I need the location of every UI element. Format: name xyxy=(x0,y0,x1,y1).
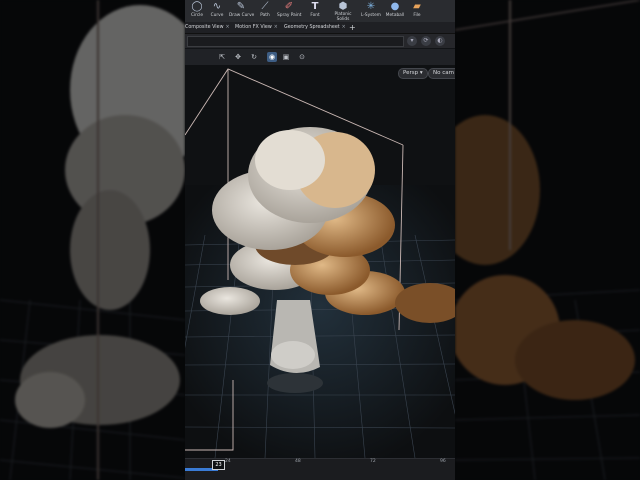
move-tool-icon[interactable]: ✥ xyxy=(233,52,243,62)
shelf-tool-platonic-solids[interactable]: ⬢ Platonic Solids xyxy=(331,1,355,22)
blurred-background-right xyxy=(455,0,640,480)
tab-close-icon[interactable]: × xyxy=(274,25,278,30)
shelf-tool-spray-paint[interactable]: ✐ Spray Paint xyxy=(277,1,301,19)
network-path-field[interactable] xyxy=(187,36,404,47)
shelf-tool-file[interactable]: ▰ File xyxy=(405,1,429,19)
curve-icon: ∿ xyxy=(212,1,222,12)
lock-camera-icon[interactable]: ⊙ xyxy=(297,52,307,62)
tab-composite-view[interactable]: Composite View × xyxy=(185,23,230,32)
chevron-down-icon[interactable]: ▾ xyxy=(407,36,417,46)
path-icon: ⟋ xyxy=(261,1,269,12)
tab-geometry-spreadsheet[interactable]: Geometry Spreadsheet × xyxy=(284,23,346,32)
shelf-tool-metaball[interactable]: ● Metaball xyxy=(383,1,407,19)
perspective-dropdown[interactable]: Persp ▾ xyxy=(398,68,428,79)
metaball-icon: ● xyxy=(390,1,400,12)
scene-viewport[interactable]: Persp ▾ No cam ▾ xyxy=(185,65,455,459)
tab-close-icon[interactable]: × xyxy=(226,25,230,30)
shelf-tool-draw-curve[interactable]: ✎ Draw Curve xyxy=(229,1,254,19)
tab-motion-fx-view[interactable]: Motion FX View × xyxy=(235,23,278,32)
add-tab-icon[interactable]: + xyxy=(349,22,356,33)
spray-paint-icon: ✐ xyxy=(284,1,294,12)
viewport-toolbar: ⇱ ✥ ↻ ◉ ▣ ⊙ xyxy=(185,49,455,66)
draw-curve-icon: ✎ xyxy=(236,1,246,12)
viewport-render xyxy=(185,65,455,459)
select-tool-icon[interactable]: ⇱ xyxy=(217,52,227,62)
shelf-toolbar: ◯ Circle ∿ Curve ✎ Draw Curve ⟋ Path ✐ S… xyxy=(185,0,455,23)
camera-dropdown[interactable]: No cam ▾ xyxy=(428,68,455,79)
file-icon: ▰ xyxy=(413,1,421,12)
pose-tool-icon[interactable]: ▣ xyxy=(281,52,291,62)
shelf-tool-font[interactable]: T Font xyxy=(303,1,327,19)
refresh-icon[interactable]: ⟳ xyxy=(421,36,431,46)
l-system-icon: ✳ xyxy=(366,1,376,12)
view-tool-icon[interactable]: ◉ xyxy=(267,52,277,62)
font-icon: T xyxy=(311,1,319,12)
rotate-tool-icon[interactable]: ↻ xyxy=(249,52,259,62)
shelf-tool-l-system[interactable]: ✳ L-System xyxy=(359,1,383,19)
tab-close-icon[interactable]: × xyxy=(342,25,346,30)
houdini-window: ◯ Circle ∿ Curve ✎ Draw Curve ⟋ Path ✐ S… xyxy=(185,0,455,480)
display-options-icon[interactable]: ◐ xyxy=(435,36,445,46)
current-frame-indicator[interactable]: 23 xyxy=(212,460,225,470)
pane-tab-bar: Composite View × Motion FX View × Geometry… xyxy=(185,22,455,34)
shelf-tool-path[interactable]: ⟋ Path xyxy=(253,1,277,19)
timeline-bar[interactable]: 24 48 72 96 23 xyxy=(185,458,455,480)
blurred-background-left xyxy=(0,0,185,480)
path-bar: ▾ ⟳ ◐ xyxy=(185,34,455,48)
chevron-down-icon: ▾ xyxy=(419,70,423,76)
shelf-tool-curve[interactable]: ∿ Curve xyxy=(205,1,229,19)
